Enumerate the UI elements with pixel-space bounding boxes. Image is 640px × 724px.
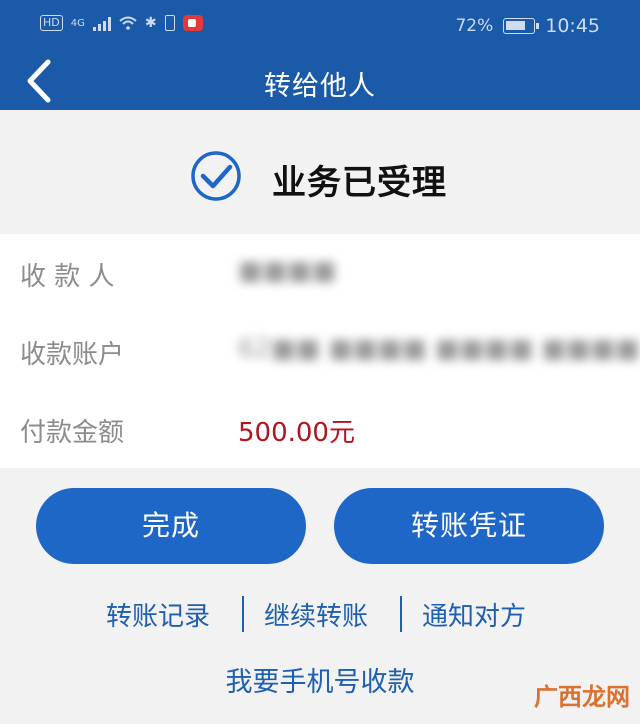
watermark: 广西龙网: [534, 677, 630, 712]
account-value: 62■■ ■■■■ ■■■■ ■■■■: [238, 334, 640, 364]
battery-percent: 72%: [455, 16, 494, 36]
page-title: 转给他人: [264, 71, 376, 102]
status-bar-left: HD 4G ✱: [40, 15, 203, 31]
status-bar-right: 72% 10:45: [455, 15, 600, 37]
amount-value: 500.00元: [238, 418, 355, 448]
transfer-history-link[interactable]: 转账记录: [106, 596, 210, 633]
battery-icon: [503, 18, 540, 34]
check-circle-icon: [191, 151, 241, 201]
phone-receive-link[interactable]: 我要手机号收款: [226, 667, 415, 698]
action-links: 转账记录 继续转账 通知对方: [0, 596, 640, 636]
payee-row: 收 款 人 ■■■■: [0, 234, 640, 312]
account-row: 收款账户 62■■ ■■■■ ■■■■ ■■■■: [0, 312, 640, 390]
amount-label: 付款金额: [20, 418, 125, 448]
result-banner: 业务已受理: [0, 110, 640, 234]
notify-recipient-link[interactable]: 通知对方: [422, 596, 526, 633]
amount-row: 付款金额 500.00元: [0, 390, 640, 468]
result-title: 业务已受理: [272, 163, 447, 203]
screen-record-icon: [182, 15, 203, 31]
clock: 10:45: [545, 15, 600, 37]
payee-label: 收 款 人: [20, 262, 115, 292]
network-type: 4G: [70, 17, 85, 29]
wifi-icon: [119, 16, 137, 30]
transfer-details: 收 款 人 ■■■■ 收款账户 62■■ ■■■■ ■■■■ ■■■■ 付款金额…: [0, 234, 640, 468]
payee-value: ■■■■: [238, 256, 337, 286]
receipt-button[interactable]: 转账凭证: [334, 488, 604, 564]
status-bar: HD 4G ✱ 72% 10:45: [0, 0, 640, 52]
account-label: 收款账户: [20, 340, 125, 370]
done-button[interactable]: 完成: [36, 488, 306, 564]
nav-bar: 转给他人: [0, 52, 640, 110]
link-divider: [242, 596, 244, 632]
signal-icon: [92, 15, 111, 31]
watermark-text: 广西龙网: [534, 683, 630, 711]
battery-small-icon: [164, 15, 175, 31]
hd-badge: HD: [40, 15, 63, 31]
continue-transfer-link[interactable]: 继续转账: [264, 596, 368, 633]
link-divider: [400, 596, 402, 632]
bluetooth-icon: ✱: [144, 15, 157, 31]
